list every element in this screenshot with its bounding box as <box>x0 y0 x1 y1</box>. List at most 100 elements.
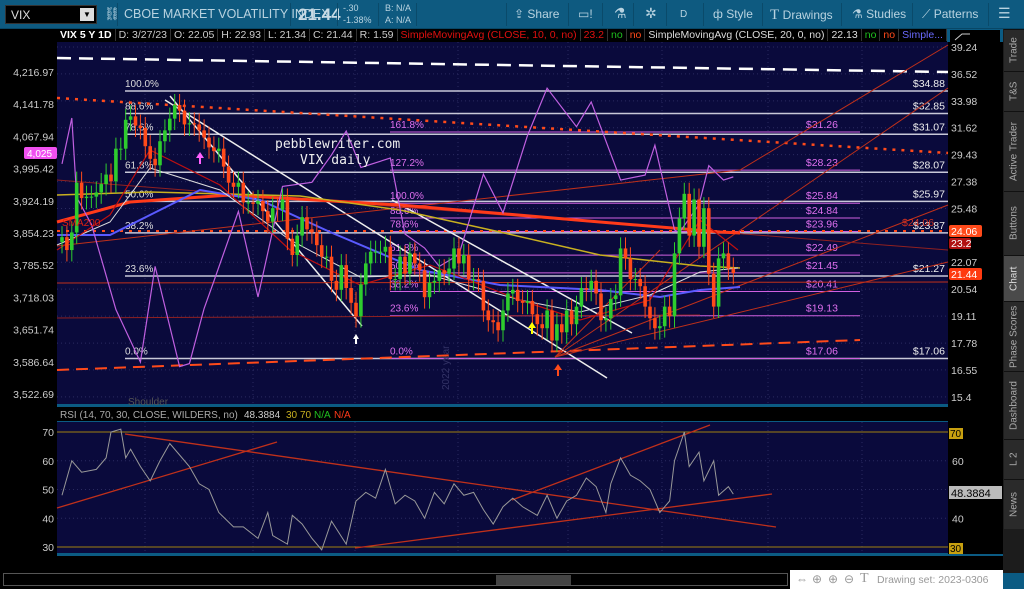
price-tick: 25.48 <box>951 203 977 215</box>
candle-body <box>677 218 682 254</box>
candle-body <box>236 182 241 187</box>
sidebar-tab-l-2[interactable]: L 2 <box>1004 439 1024 479</box>
horizontal-scrollbar[interactable] <box>3 573 788 586</box>
rsi-label[interactable]: RSI (14, 70, 30, CLOSE, WILDERS, no) <box>60 410 238 421</box>
candle-body <box>99 184 103 193</box>
fib-ext-price: $22.49 <box>806 242 838 254</box>
candle-body <box>653 318 657 329</box>
candle-body <box>217 148 221 152</box>
price-tick: 31.62 <box>951 123 977 135</box>
candle-body <box>462 255 466 264</box>
candle-body <box>501 310 505 331</box>
zoom-in-icon[interactable]: ⊕ <box>828 572 838 586</box>
candle-body <box>604 318 608 321</box>
right-sidebar: Trade T&S Active Trader Buttons Chart Phase S… <box>1003 29 1024 573</box>
sidebar-tab-trade[interactable]: Trade <box>1004 29 1024 71</box>
candle-body <box>613 295 618 300</box>
candle-body <box>515 289 520 301</box>
candle-body <box>466 255 471 280</box>
candle-body <box>623 248 628 259</box>
rsi-70-badge-label: 70 <box>950 429 962 440</box>
rsi-tick: 60 <box>952 456 964 468</box>
candle-body <box>119 148 123 150</box>
candle-body <box>569 310 574 325</box>
sidebar-tab-t-s[interactable]: T&S <box>1004 71 1024 111</box>
price-tick: 17.78 <box>951 338 977 350</box>
candle-body <box>579 288 584 307</box>
candle-body <box>153 158 157 166</box>
candle-body <box>550 310 554 341</box>
sidebar-tab-active-trader[interactable]: Active Trader <box>1004 111 1024 191</box>
spx-tick: 3,651.74 <box>13 325 54 337</box>
candle-body <box>270 208 275 222</box>
candle-body <box>231 182 236 187</box>
sidebar-tab-buttons[interactable]: Buttons <box>1004 191 1024 255</box>
sidebar-tab-chart[interactable]: Chart <box>1004 255 1024 301</box>
candle-body <box>648 306 652 319</box>
sidebar-tab-phase-scores[interactable]: Phase Scores <box>1004 301 1024 371</box>
fib-level-label: 0.0% <box>125 347 148 358</box>
candle-body <box>530 300 535 315</box>
candle-body <box>662 306 667 327</box>
candle-body <box>594 280 598 294</box>
price-tick: 22.07 <box>951 257 977 269</box>
price-tick: 29.43 <box>951 150 977 162</box>
chart-style-icon[interactable] <box>950 30 1000 42</box>
candle-body <box>109 174 113 182</box>
spx-marker-value: 4,025 <box>27 149 52 160</box>
candle-body <box>359 284 363 317</box>
candle-body <box>172 105 177 119</box>
candle-body <box>564 310 569 333</box>
candle-body <box>520 300 525 303</box>
candle-body <box>70 232 74 251</box>
chart-canvas[interactable]: 100.0%$34.8888.6%$32.8578.6%$31.0761.8%$… <box>0 0 1024 589</box>
spx-tick: 3,718.03 <box>13 292 54 304</box>
candle-body <box>692 199 696 236</box>
candle-body <box>496 322 500 331</box>
candle-body <box>447 268 451 274</box>
candle-body <box>682 193 687 219</box>
price-tick: 15.4 <box>951 392 972 404</box>
fib-ext-label: 127.2% <box>390 158 424 169</box>
candle-body <box>163 130 167 142</box>
crosshair-icon[interactable]: ⊕ <box>812 572 822 586</box>
candle-body <box>104 174 108 185</box>
zoom-out-icon[interactable]: ⊖ <box>844 572 854 586</box>
rsi-flag: N/A <box>314 410 331 421</box>
candle-body <box>525 300 530 303</box>
sidebar-tab-dashboard[interactable]: Dashboard <box>1004 371 1024 439</box>
right-axis-labels: 39.24 36.52 33.98 31.62 29.43 27.38 25.48 22.07… <box>951 42 977 404</box>
pan-icon[interactable]: ⇔ <box>796 572 808 586</box>
candle-body <box>128 116 133 120</box>
rsi-tick: 40 <box>42 513 54 525</box>
candle-body <box>89 196 94 198</box>
candle-body <box>702 208 706 247</box>
rsi-value-badge-label: 48.3884 <box>951 488 991 500</box>
shoulder-label: Shoulder <box>128 397 169 408</box>
spx-tick: 4,216.97 <box>13 67 54 79</box>
candle-body <box>94 192 99 197</box>
candle-body <box>246 202 250 204</box>
left-axis-labels: 4,216.97 4,141.78 4,067.94 3,995.42 3,924.19… <box>13 67 54 401</box>
fib-ext-price: $28.23 <box>806 157 838 169</box>
candle-body <box>114 148 118 182</box>
fib-price-label: $34.88 <box>913 78 945 90</box>
fib-ext-price: $23.96 <box>806 218 838 230</box>
scrollbar-thumb[interactable] <box>496 575 571 585</box>
candle-body <box>158 141 162 166</box>
drawing-set-label[interactable]: Drawing set: 2023-0306 <box>877 574 989 586</box>
candle-body <box>349 288 353 303</box>
candle-body <box>672 253 677 317</box>
rsi-tick: 40 <box>952 513 964 525</box>
sidebar-tab-news[interactable]: News <box>1004 479 1024 529</box>
fib-ext-price: $24.84 <box>806 205 838 217</box>
candle-body <box>535 314 540 325</box>
text-tool-icon[interactable]: T <box>860 571 869 587</box>
candle-body <box>471 279 476 281</box>
candle-body <box>506 293 510 311</box>
price-tick: 16.55 <box>951 365 977 377</box>
candle-body <box>721 253 726 259</box>
fib-ext-price: $19.13 <box>806 303 838 315</box>
candle-body <box>658 326 662 329</box>
candle-body <box>716 258 721 307</box>
